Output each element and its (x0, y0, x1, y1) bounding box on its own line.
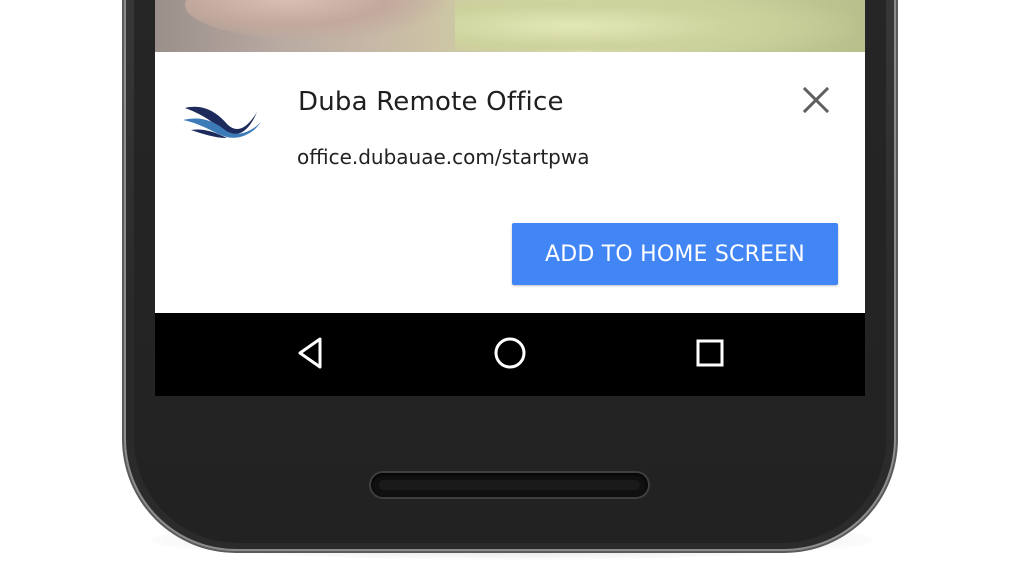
phone-screen: Duba Remote Office office.dubauae.com/st… (155, 0, 865, 396)
recents-square-icon (695, 338, 725, 372)
back-triangle-icon (295, 336, 325, 374)
app-name: Duba Remote Office (298, 87, 564, 117)
close-icon (802, 86, 830, 117)
add-to-home-screen-banner: Duba Remote Office office.dubauae.com/st… (155, 52, 865, 313)
add-to-home-screen-label: ADD TO HOME SCREEN (545, 241, 805, 267)
home-circle-icon (493, 336, 527, 374)
back-button[interactable] (288, 333, 332, 377)
close-button[interactable] (796, 82, 836, 122)
duba-logo-icon (181, 100, 265, 140)
speaker-grille (371, 473, 648, 497)
app-url: office.dubauae.com/startpwa (297, 145, 590, 169)
add-to-home-screen-button[interactable]: ADD TO HOME SCREEN (512, 223, 838, 285)
speaker-grille-inner (379, 480, 640, 490)
background-foliage (455, 0, 855, 50)
background-photo (155, 0, 865, 52)
background-hand (185, 0, 445, 40)
recents-button[interactable] (688, 333, 732, 377)
stage: Duba Remote Office office.dubauae.com/st… (0, 0, 1024, 576)
system-nav-bar (155, 313, 865, 396)
home-button[interactable] (488, 333, 532, 377)
